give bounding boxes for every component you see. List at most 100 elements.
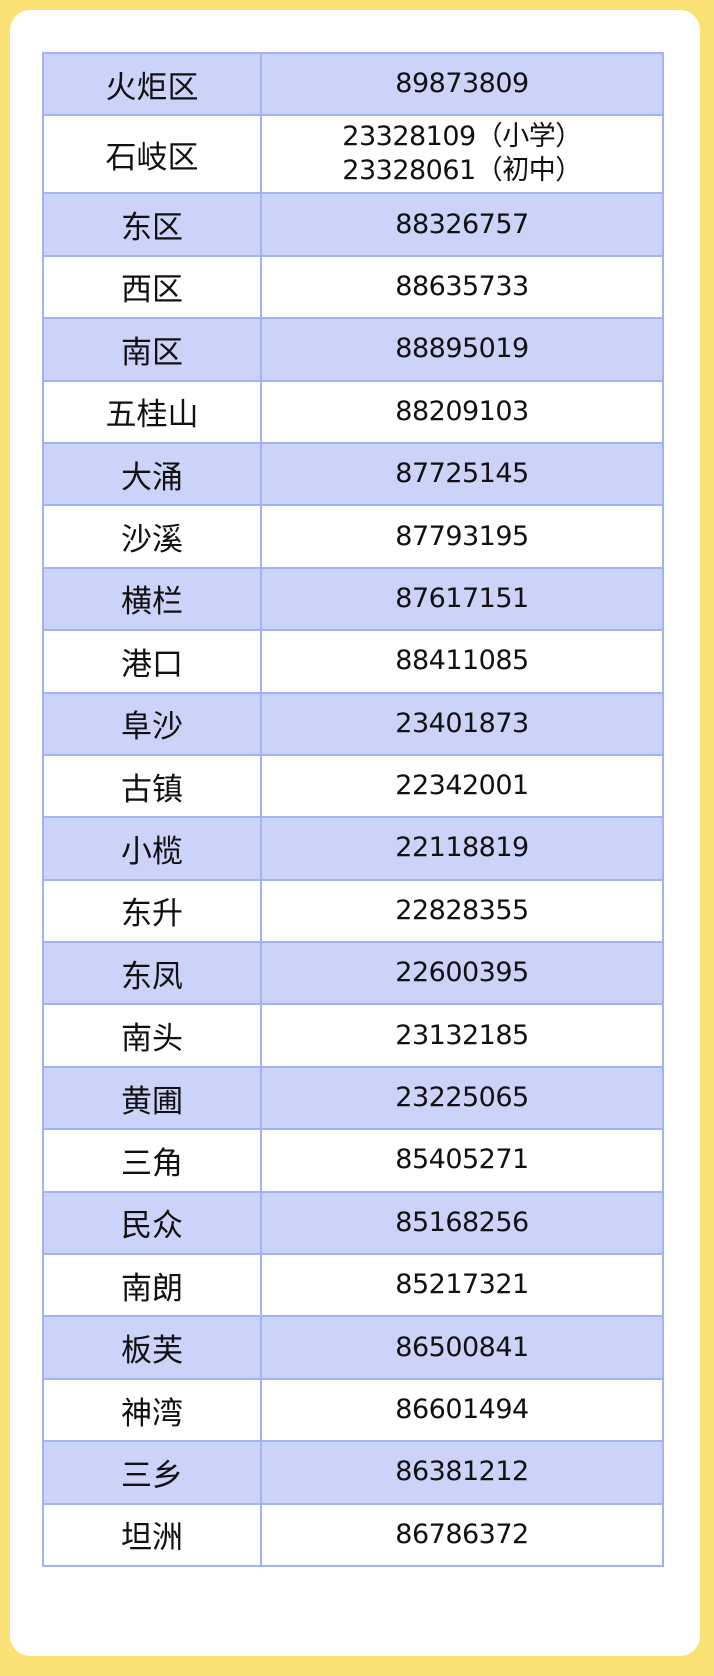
phone-number-cell: 22828355 — [260, 878, 664, 944]
district-name-cell: 民众 — [42, 1190, 262, 1256]
phone-number-cell: 23132185 — [260, 1003, 664, 1068]
table-row: 大涌 87725145 — [42, 441, 664, 507]
phone-number: 88411085 — [395, 645, 529, 677]
table-row: 横栏 87617151 — [42, 566, 664, 632]
phone-number-cell: 86381212 — [260, 1440, 664, 1505]
phone-number-cell: 87793195 — [260, 504, 664, 569]
phone-number-cell: 89873809 — [260, 51, 664, 117]
district-name-cell: 五桂山 — [42, 379, 262, 444]
phone-number-cell: 88411085 — [260, 629, 664, 694]
phone-number: 23328109（小学） — [342, 121, 582, 153]
phone-number-cell: 22600395 — [260, 941, 664, 1006]
phone-number: 86500841 — [395, 1331, 529, 1363]
phone-number-cell: 85217321 — [260, 1253, 664, 1318]
phone-number: 88635733 — [395, 270, 529, 302]
district-name-cell: 大涌 — [42, 441, 262, 507]
table-row: 民众 85168256 — [42, 1190, 664, 1256]
phone-number-cell: 85168256 — [260, 1190, 664, 1256]
district-name-cell: 三乡 — [42, 1440, 262, 1505]
phone-number: 87617151 — [395, 582, 529, 614]
district-name-cell: 黄圃 — [42, 1065, 262, 1131]
table-row: 港口 88411085 — [42, 629, 664, 694]
phone-number: 88209103 — [395, 395, 529, 427]
phone-number: 85217321 — [395, 1269, 529, 1301]
district-name-cell: 港口 — [42, 629, 262, 694]
district-name-cell: 横栏 — [42, 566, 262, 632]
phone-number: 86786372 — [395, 1518, 529, 1550]
district-name-cell: 阜沙 — [42, 691, 262, 756]
phone-number-cell: 88635733 — [260, 254, 664, 320]
district-name-cell: 石岐区 — [42, 114, 262, 195]
phone-number: 87725145 — [395, 458, 529, 490]
district-name-cell: 沙溪 — [42, 504, 262, 569]
phone-number-cell: 85405271 — [260, 1128, 664, 1193]
phone-number: 23132185 — [395, 1019, 529, 1051]
district-name-cell: 南朗 — [42, 1253, 262, 1318]
phone-number-cell: 22118819 — [260, 816, 664, 881]
table-row: 三乡 86381212 — [42, 1440, 664, 1505]
table-row: 石岐区 23328109（小学） 23328061（初中） — [42, 114, 664, 195]
table-row: 板芙 86500841 — [42, 1315, 664, 1380]
district-name-cell: 南头 — [42, 1003, 262, 1068]
phone-number: 22342001 — [395, 770, 529, 802]
phone-number-cell: 23328109（小学） 23328061（初中） — [260, 114, 664, 195]
district-name-cell: 神湾 — [42, 1377, 262, 1443]
phone-number: 88326757 — [395, 208, 529, 240]
table-row: 阜沙 23401873 — [42, 691, 664, 756]
phone-number: 22118819 — [395, 832, 529, 864]
phone-number-cell: 87725145 — [260, 441, 664, 507]
phone-number-cell: 86601494 — [260, 1377, 664, 1443]
phone-number: 87793195 — [395, 520, 529, 552]
phone-number: 86381212 — [395, 1456, 529, 1488]
phone-number-cell: 88209103 — [260, 379, 664, 444]
table-row: 火炬区 89873809 — [42, 51, 664, 117]
district-name-cell: 小榄 — [42, 816, 262, 881]
district-name-cell: 西区 — [42, 254, 262, 320]
district-name-cell: 古镇 — [42, 753, 262, 819]
phone-number: 22828355 — [395, 894, 529, 926]
phone-number: 23328061（初中） — [342, 155, 582, 187]
district-name-cell: 三角 — [42, 1128, 262, 1193]
phone-number: 23225065 — [395, 1082, 529, 1114]
table-body: 火炬区 89873809 石岐区 23328109（小学） 23328061（初中） 东区… — [42, 51, 664, 1567]
table-row: 西区 88635733 — [42, 254, 664, 320]
table-row: 坦洲 86786372 — [42, 1502, 664, 1567]
table-row: 南头 23132185 — [42, 1003, 664, 1068]
phone-number: 88895019 — [395, 333, 529, 365]
phone-number-cell: 86500841 — [260, 1315, 664, 1380]
phone-number-cell: 88895019 — [260, 317, 664, 382]
phone-number-cell: 87617151 — [260, 566, 664, 632]
phone-number: 23401873 — [395, 707, 529, 739]
table-row: 黄圃 23225065 — [42, 1065, 664, 1131]
table-row: 南区 88895019 — [42, 317, 664, 382]
phone-number-cell: 22342001 — [260, 753, 664, 819]
district-name-cell: 南区 — [42, 317, 262, 382]
table-row: 东凤 22600395 — [42, 941, 664, 1006]
table-row: 沙溪 87793195 — [42, 504, 664, 569]
content-card: 火炬区 89873809 石岐区 23328109（小学） 23328061（初中） 东区… — [10, 10, 700, 1656]
district-name-cell: 坦洲 — [42, 1502, 262, 1567]
district-name-cell: 东升 — [42, 878, 262, 944]
district-name-cell: 板芙 — [42, 1315, 262, 1380]
table-row: 五桂山 88209103 — [42, 379, 664, 444]
table-row: 东升 22828355 — [42, 878, 664, 944]
table-row: 南朗 85217321 — [42, 1253, 664, 1318]
phone-number: 85168256 — [395, 1206, 529, 1238]
table-row: 古镇 22342001 — [42, 753, 664, 819]
district-name-cell: 东凤 — [42, 941, 262, 1006]
district-name-cell: 火炬区 — [42, 51, 262, 117]
district-phone-table: 火炬区 89873809 石岐区 23328109（小学） 23328061（初中） 东区… — [42, 51, 664, 1567]
table-row: 小榄 22118819 — [42, 816, 664, 881]
phone-number-cell: 23225065 — [260, 1065, 664, 1131]
phone-number-cell: 23401873 — [260, 691, 664, 756]
phone-number: 85405271 — [395, 1144, 529, 1176]
phone-number: 22600395 — [395, 957, 529, 989]
table-row: 东区 88326757 — [42, 192, 664, 257]
phone-number: 86601494 — [395, 1394, 529, 1425]
phone-number: 89873809 — [395, 68, 529, 100]
table-row: 神湾 86601494 — [42, 1377, 664, 1443]
table-row: 三角 85405271 — [42, 1128, 664, 1193]
phone-number-cell: 88326757 — [260, 192, 664, 257]
phone-number-cell: 86786372 — [260, 1502, 664, 1567]
district-name-cell: 东区 — [42, 192, 262, 257]
